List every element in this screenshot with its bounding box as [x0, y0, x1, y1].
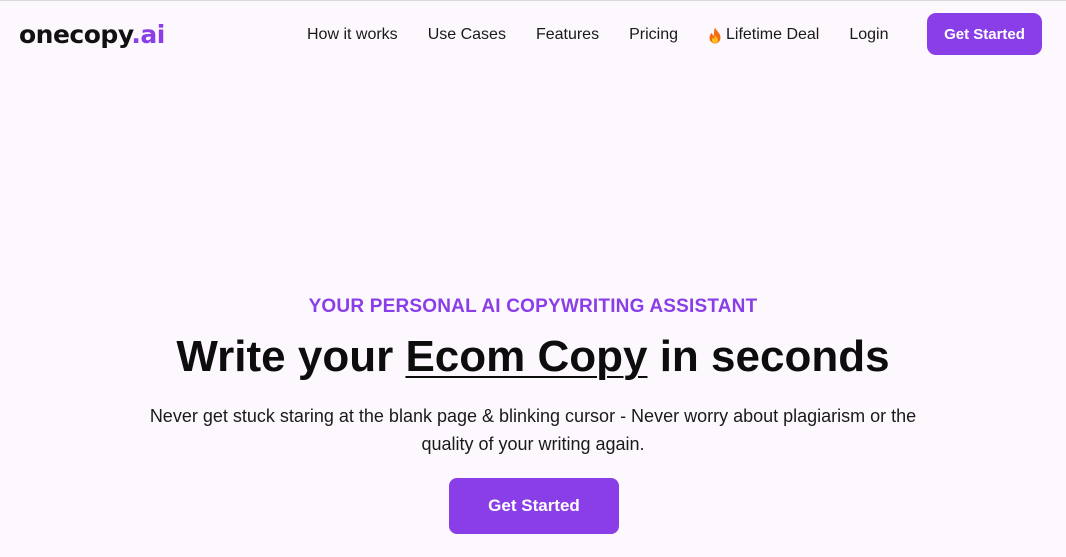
top-navbar: onecopy.ai How it works Use Cases Featur… [0, 0, 1066, 70]
hero-subtitle: Never get stuck staring at the blank pag… [149, 406, 917, 454]
nav-link-pricing[interactable]: Pricing [629, 26, 678, 44]
hero-get-started-button[interactable]: Get Started [449, 478, 619, 534]
hero-title-highlight: Ecom Copy [405, 332, 648, 381]
brand-name-accent: .ai [131, 20, 165, 49]
nav-link-lifetime-deal-label: Lifetime Deal [725, 26, 820, 43]
nav-link-login[interactable]: Login [849, 26, 888, 44]
nav-get-started-button[interactable]: Get Started [927, 13, 1042, 55]
fire-icon [709, 27, 721, 43]
brand-name-main: onecopy [19, 20, 132, 49]
brand-logo[interactable]: onecopy.ai [19, 19, 165, 51]
hero-kicker: YOUR PERSONAL AI COPYWRITING ASSISTANT [308, 296, 758, 317]
nav-link-how-it-works[interactable]: How it works [307, 26, 398, 44]
hero-title: Write your Ecom Copy in seconds [0, 329, 1066, 385]
nav-link-features[interactable]: Features [536, 26, 599, 44]
hero-title-before: Write your [176, 332, 406, 381]
nav-link-use-cases[interactable]: Use Cases [428, 26, 506, 44]
nav-link-lifetime-deal[interactable]: Lifetime Deal [708, 26, 819, 44]
nav-links: How it works Use Cases Features Pricing … [307, 24, 919, 46]
hero-title-after: in seconds [647, 332, 890, 381]
